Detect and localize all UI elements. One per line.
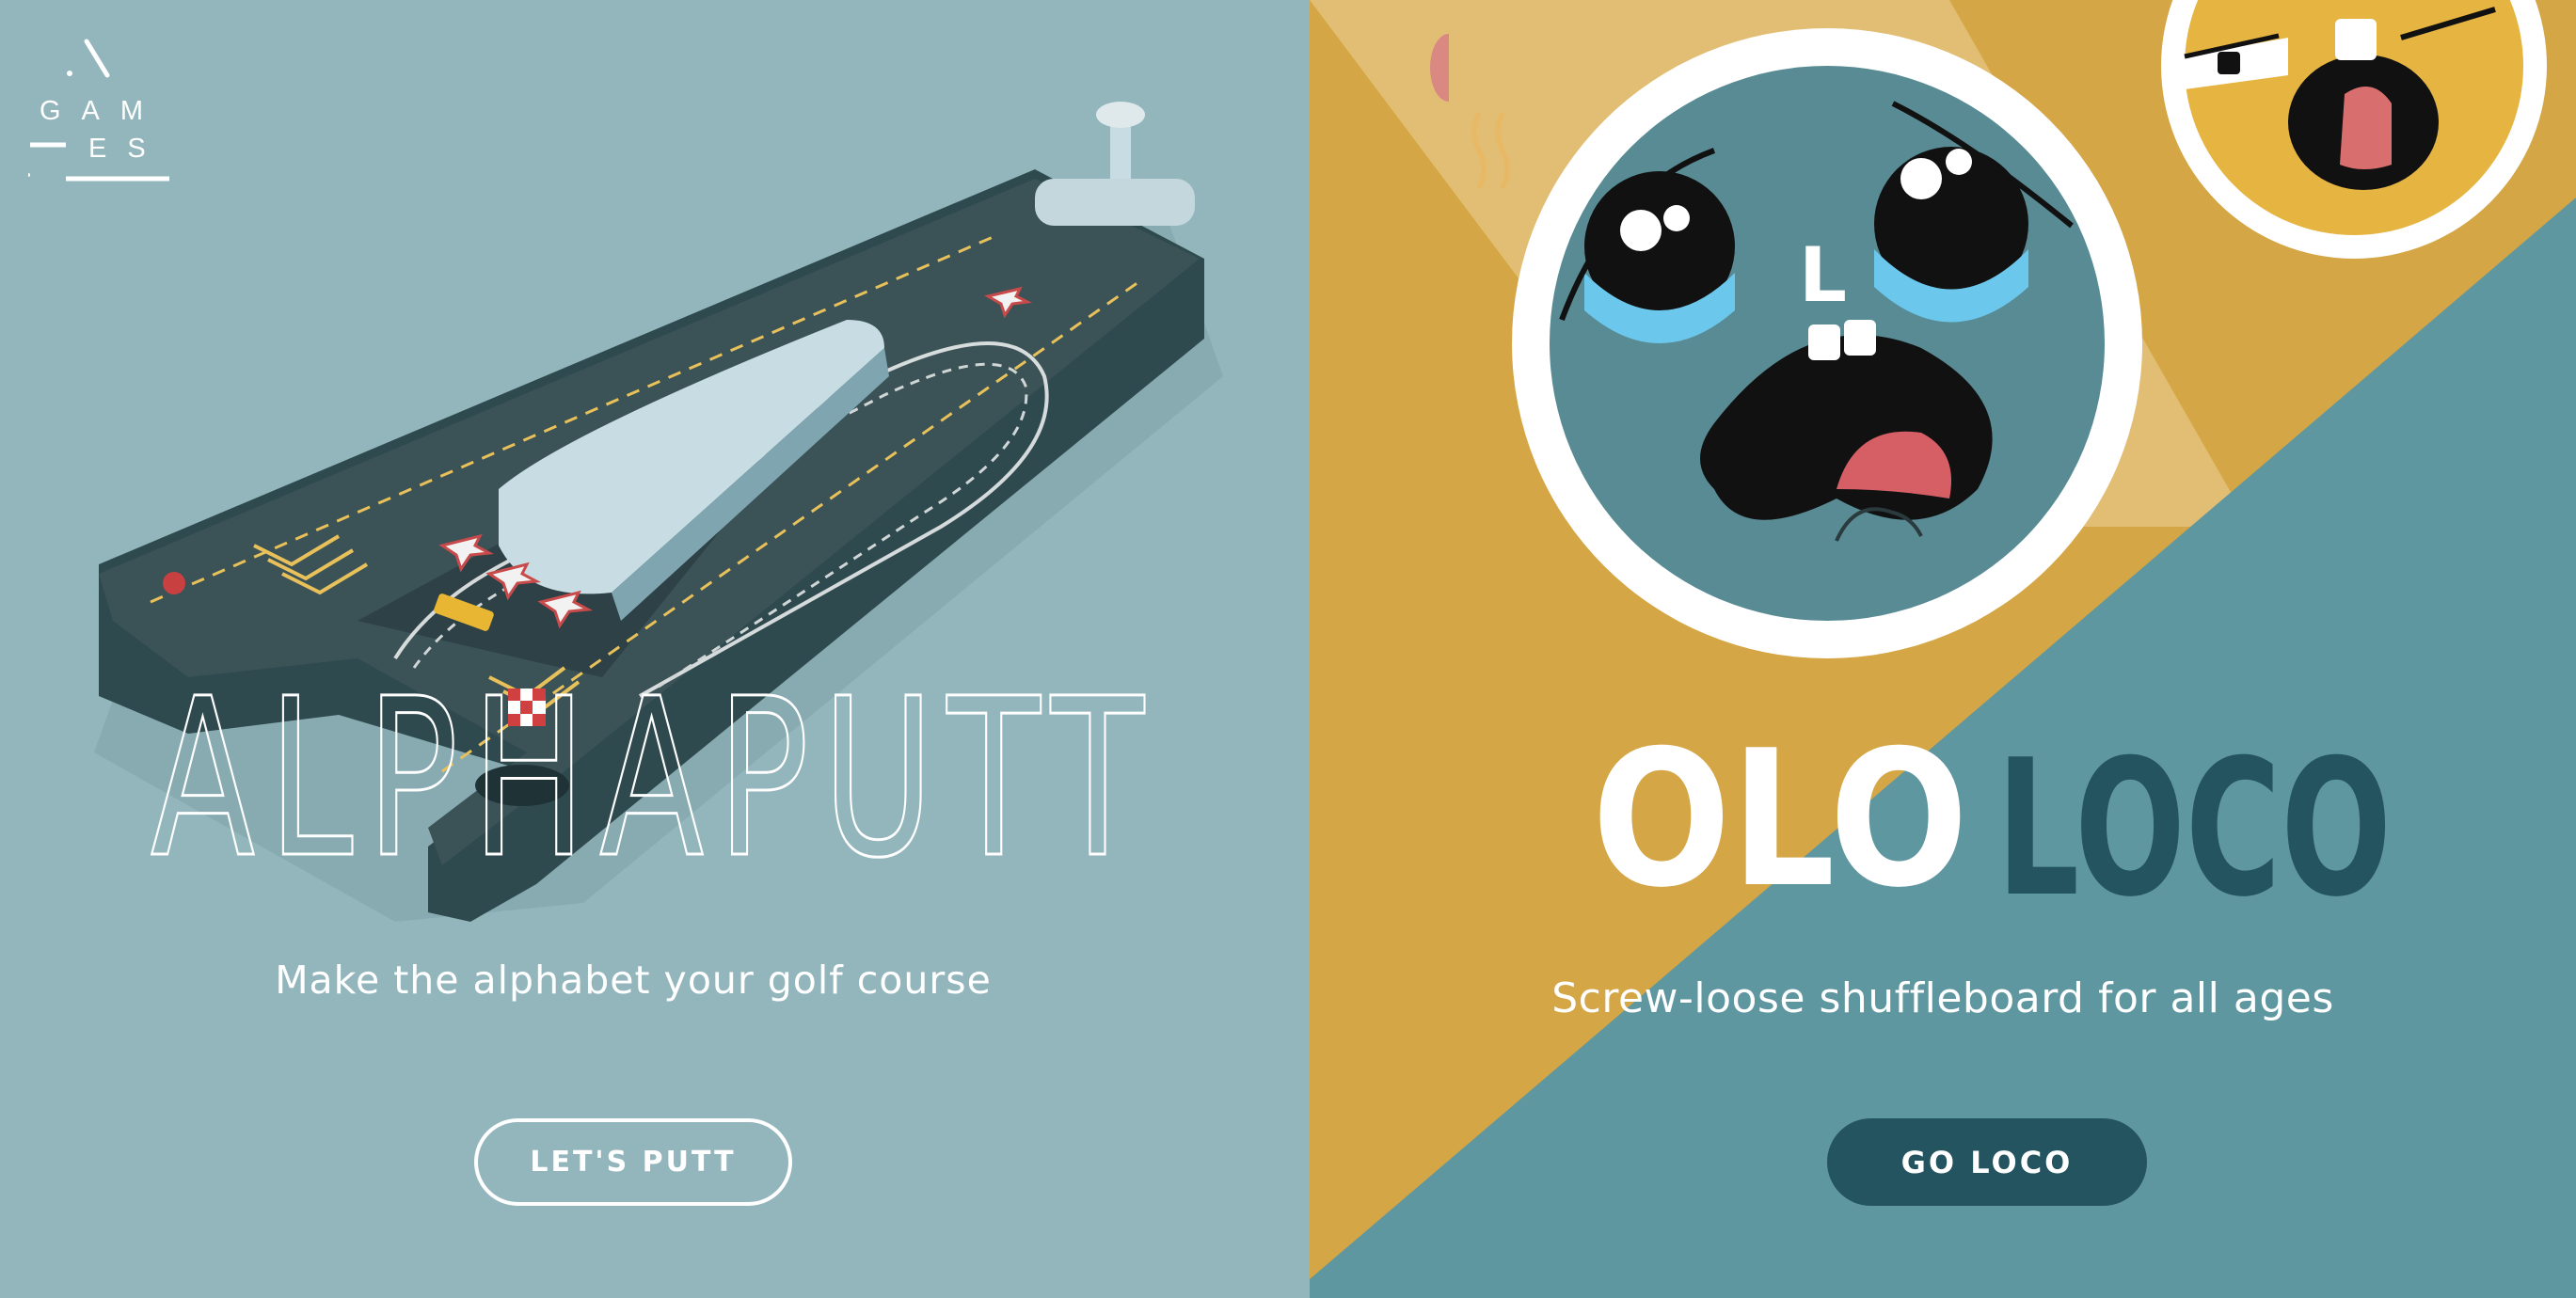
go-loco-button[interactable]: GO LOCO xyxy=(1827,1118,2147,1206)
screaming-face-icon xyxy=(2161,0,2547,259)
alphaputt-tagline: Make the alphabet your golf course xyxy=(275,958,992,1003)
alphaputt-title: ALPHAPUTT xyxy=(150,658,1157,884)
lets-putt-button[interactable]: LET'S PUTT xyxy=(474,1118,792,1206)
alphaputt-panel: GAM ES ALPHAPUTT Make the alphabet your … xyxy=(0,0,1310,1298)
ololoco-background: L xyxy=(1310,0,2576,1298)
face-letter: L xyxy=(1799,231,1847,319)
ololoco-panel: L OLO LOCO Screw-loose shuffleboard for … xyxy=(1310,0,2576,1298)
ololoco-title-dark: LOCO xyxy=(1996,724,2392,939)
ololoco-title: OLO LOCO xyxy=(1592,724,2392,939)
alphaputt-title-text: ALPHAPUTT xyxy=(151,658,1157,884)
ololoco-title-white: OLO xyxy=(1592,724,1968,929)
ololoco-tagline: Screw-loose shuffleboard for all ages xyxy=(1551,974,2334,1022)
crying-face-icon: L xyxy=(1512,28,2142,658)
